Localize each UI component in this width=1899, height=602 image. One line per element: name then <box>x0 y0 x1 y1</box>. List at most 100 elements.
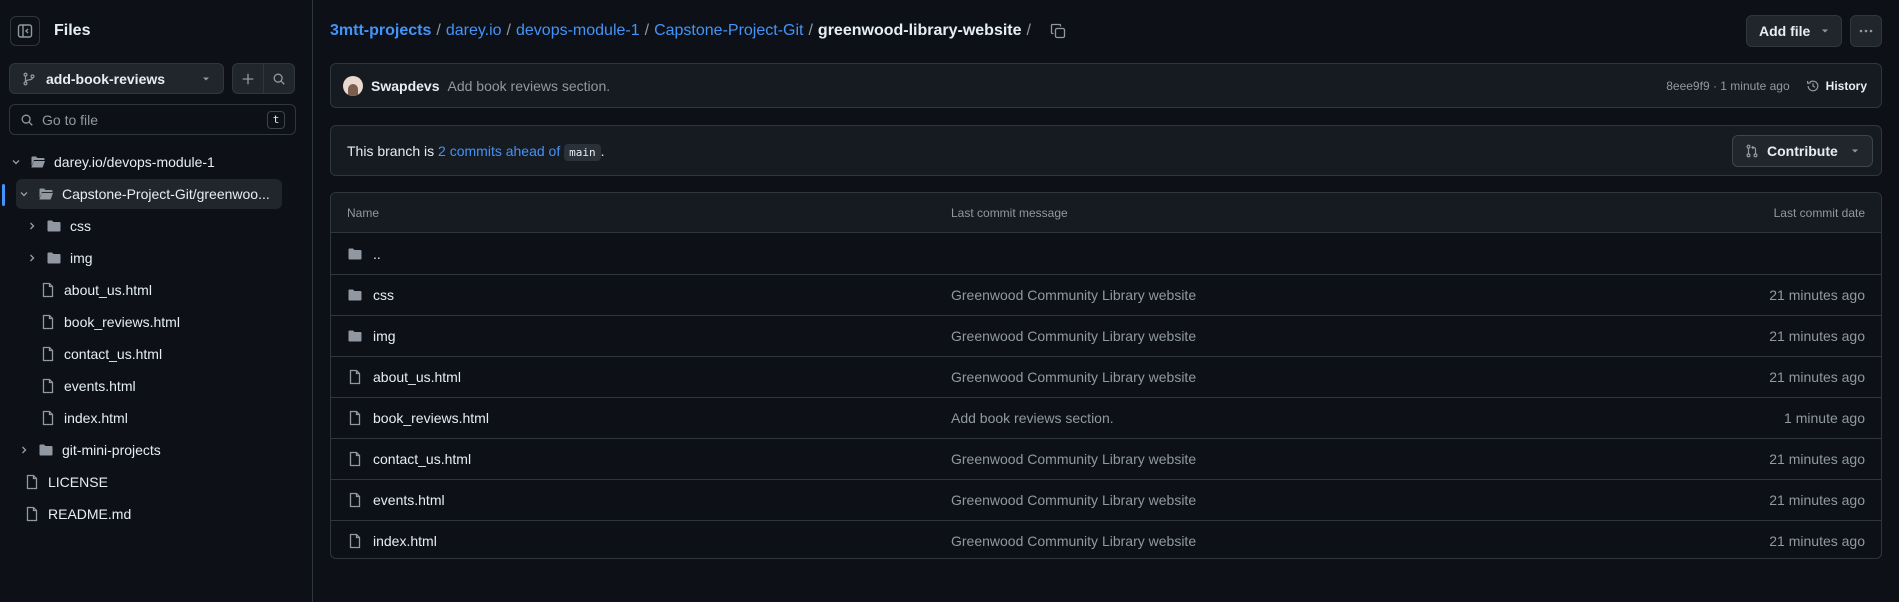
contribute-button[interactable]: Contribute <box>1732 134 1873 167</box>
row-name-link[interactable]: img <box>373 328 396 344</box>
row-commit-message[interactable]: Greenwood Community Library website <box>951 533 1769 549</box>
tree-item[interactable]: README.md <box>8 499 131 529</box>
tree-item[interactable]: about_us.html <box>24 275 152 305</box>
table-row[interactable]: contact_us.html Greenwood Community Libra… <box>331 438 1881 479</box>
row-name-link[interactable]: index.html <box>373 533 437 549</box>
collapse-sidebar-button[interactable] <box>10 16 40 46</box>
tree-item[interactable]: git-mini-projects <box>16 435 161 465</box>
row-commit-message[interactable]: Greenwood Community Library website <box>951 492 1769 508</box>
file-icon <box>347 492 363 508</box>
row-name-link[interactable]: contact_us.html <box>373 451 471 467</box>
selection-indicator <box>2 184 5 206</box>
folder-icon <box>46 218 62 234</box>
chevron-down-icon <box>201 74 211 84</box>
row-name-cell: about_us.html <box>331 369 951 385</box>
file-icon <box>347 410 363 426</box>
folder-open-icon <box>30 154 46 170</box>
row-commit-message[interactable]: Add book reviews section. <box>951 410 1784 426</box>
row-name-cell: css <box>331 287 951 303</box>
folder-open-icon <box>38 186 54 202</box>
chevron-right-icon[interactable] <box>16 444 32 456</box>
tree-item-label: css <box>70 218 91 234</box>
latest-commit-bar: Swapdevs Add book reviews section. 8eee9… <box>330 63 1882 108</box>
row-commit-message[interactable]: Greenwood Community Library website <box>951 369 1769 385</box>
row-name-cell: index.html <box>331 533 951 549</box>
folder-icon <box>46 250 62 266</box>
file-icon <box>40 282 56 298</box>
tree-item-label: git-mini-projects <box>62 442 161 458</box>
row-commit-message[interactable]: Greenwood Community Library website <box>951 451 1769 467</box>
table-row[interactable]: index.html Greenwood Community Library we… <box>331 520 1881 558</box>
more-options-button[interactable] <box>1850 15 1882 47</box>
row-name-link[interactable]: about_us.html <box>373 369 461 385</box>
tree-item[interactable]: darey.io/devops-module-1 <box>8 147 215 177</box>
table-header: Name Last commit message Last commit dat… <box>331 193 1881 233</box>
table-row[interactable]: book_reviews.html Add book reviews sectio… <box>331 397 1881 438</box>
table-row[interactable]: events.html Greenwood Community Library w… <box>331 479 1881 520</box>
tree-item[interactable]: events.html <box>24 371 136 401</box>
chevron-down-icon[interactable] <box>16 188 32 200</box>
tree-item-label: img <box>70 250 93 266</box>
commits-ahead-link[interactable]: 2 commits ahead of <box>438 143 560 159</box>
copy-path-icon[interactable] <box>1050 23 1066 39</box>
chevron-down-icon[interactable] <box>8 156 24 168</box>
tree-item[interactable]: contact_us.html <box>24 339 162 369</box>
history-label: History <box>1825 78 1867 93</box>
folder-icon <box>347 328 363 344</box>
tree-item-label: about_us.html <box>64 282 152 298</box>
breadcrumb-separator: / <box>644 22 650 39</box>
branch-status-suffix: . <box>600 142 605 159</box>
commit-message[interactable]: Add book reviews section. <box>447 78 1666 94</box>
search-icon <box>272 72 286 86</box>
tree-item[interactable]: index.html <box>24 403 128 433</box>
row-commit-message[interactable]: Greenwood Community Library website <box>951 287 1769 303</box>
tree-item[interactable]: img <box>24 243 93 273</box>
parent-directory-row[interactable]: .. <box>331 233 1881 274</box>
table-body: .. css Greenwood Community Library website… <box>331 233 1881 558</box>
row-commit-date: 21 minutes ago <box>1769 451 1865 467</box>
row-name-cell: events.html <box>331 492 951 508</box>
chevron-right-icon[interactable] <box>24 220 40 232</box>
file-icon <box>40 346 56 362</box>
tree-item[interactable]: book_reviews.html <box>24 307 180 337</box>
row-name-link[interactable]: css <box>373 287 394 303</box>
branch-controls: add-book-reviews <box>9 63 295 94</box>
table-row[interactable]: css Greenwood Community Library website 21… <box>331 274 1881 315</box>
folder-icon <box>347 287 363 303</box>
breadcrumb-link[interactable]: 3mtt-projects <box>330 22 431 40</box>
commit-hash-time[interactable]: 8eee9f9 · 1 minute ago <box>1666 79 1789 93</box>
row-commit-date: 1 minute ago <box>1784 410 1865 426</box>
git-pull-request-icon <box>1745 144 1759 158</box>
file-icon <box>40 314 56 330</box>
add-file-button[interactable]: Add file <box>1746 15 1842 47</box>
commit-author[interactable]: Swapdevs <box>371 78 439 94</box>
tree-item[interactable]: LICENSE <box>8 467 108 497</box>
parent-directory-label[interactable]: .. <box>373 246 381 262</box>
file-tree-sidebar: Files add-book-reviews Go to file t dare… <box>0 0 313 602</box>
file-icon <box>40 378 56 394</box>
breadcrumb-link[interactable]: Capstone-Project-Git <box>654 22 803 40</box>
add-file-tree-button[interactable] <box>233 64 264 93</box>
table-row[interactable]: img Greenwood Community Library website 21… <box>331 315 1881 356</box>
breadcrumb-link[interactable]: devops-module-1 <box>516 22 640 40</box>
col-name-header: Name <box>347 205 380 220</box>
sidebar-title: Files <box>54 22 91 39</box>
breadcrumb-link[interactable]: darey.io <box>446 22 502 40</box>
tree-item[interactable]: css <box>24 211 91 241</box>
search-tree-button[interactable] <box>264 64 294 93</box>
breadcrumb-current: greenwood-library-website <box>817 22 1022 39</box>
branch-selector[interactable]: add-book-reviews <box>9 63 224 94</box>
row-name-link[interactable]: book_reviews.html <box>373 410 489 426</box>
file-icon <box>24 506 40 522</box>
col-message-header: Last commit message <box>951 205 1068 220</box>
chevron-down-icon <box>1820 26 1830 36</box>
tree-item[interactable]: Capstone-Project-Git/greenwoo... <box>16 179 282 209</box>
go-to-file-input[interactable]: Go to file t <box>9 104 296 135</box>
chevron-right-icon[interactable] <box>24 252 40 264</box>
history-link[interactable]: History <box>1806 79 1867 93</box>
row-name-link[interactable]: events.html <box>373 492 445 508</box>
table-row[interactable]: about_us.html Greenwood Community Library… <box>331 356 1881 397</box>
row-commit-message[interactable]: Greenwood Community Library website <box>951 328 1769 344</box>
tree-item-label: README.md <box>48 506 132 522</box>
avatar[interactable] <box>343 75 363 96</box>
